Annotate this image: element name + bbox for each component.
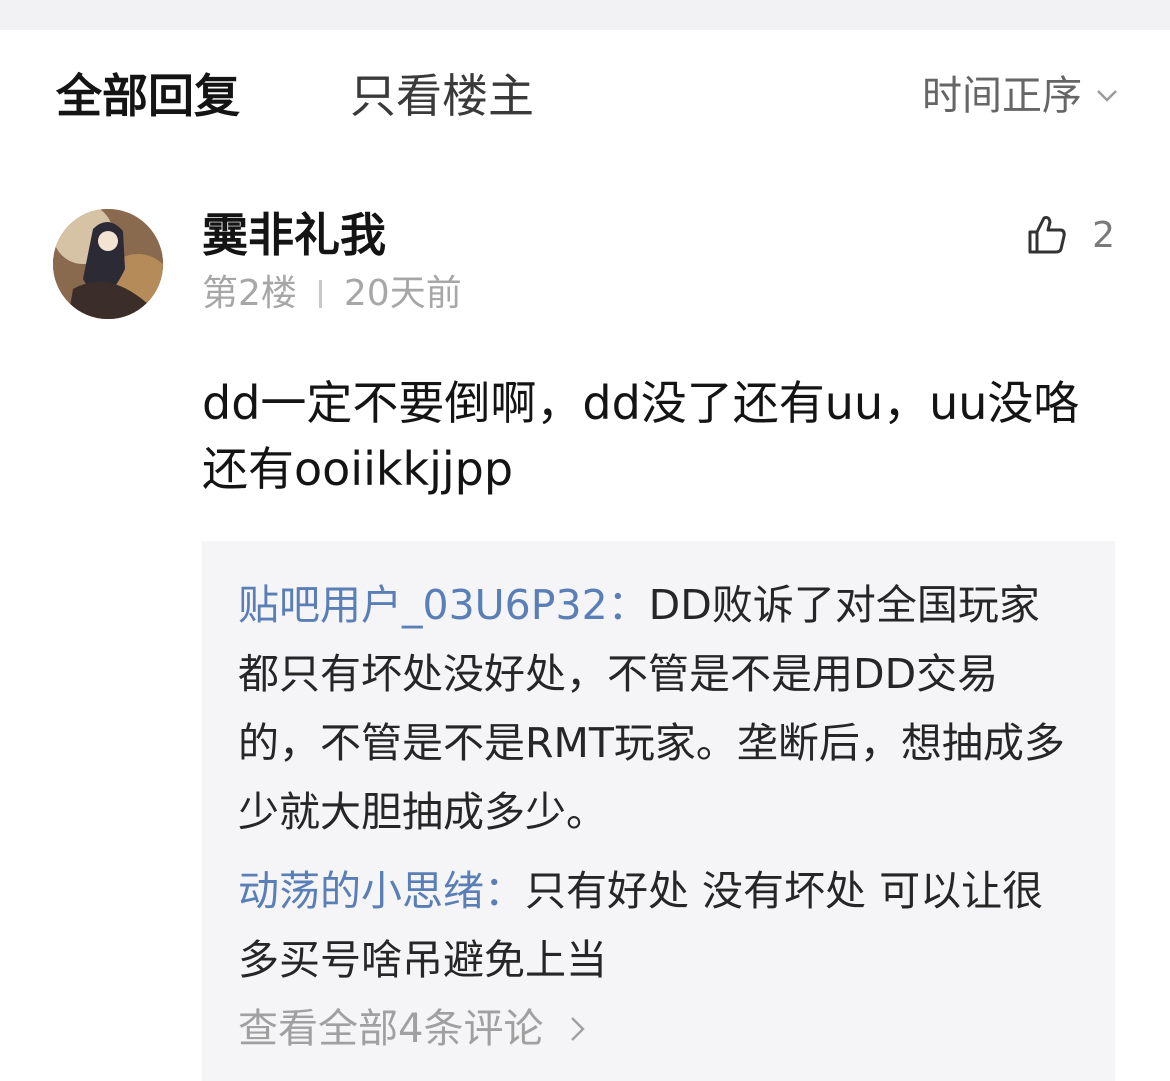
chevron-right-icon xyxy=(571,1017,586,1041)
view-all-label: 查看全部4条评论 xyxy=(238,1006,544,1052)
tab-owner-only[interactable]: 只看楼主 xyxy=(350,68,534,124)
sort-dropdown[interactable]: 时间正序 xyxy=(922,70,1120,122)
reply-author[interactable]: 动荡的小思绪： xyxy=(238,867,525,915)
chevron-down-icon xyxy=(1097,90,1117,102)
thumbs-up-icon xyxy=(1028,216,1066,254)
tab-all-replies[interactable]: 全部回复 xyxy=(56,68,240,124)
post-time: 20天前 xyxy=(343,273,462,314)
reply-preview-box[interactable]: 贴吧用户_03U6P32：DD败诉了对全国玩家都只有坏处没好处，不管是不是用DD… xyxy=(202,541,1115,1081)
reply-item[interactable]: 动荡的小思绪：只有好处 没有坏处 可以让很多买号啥吊避免上当 xyxy=(238,857,1068,995)
reply-author[interactable]: 贴吧用户_03U6P32： xyxy=(238,581,649,629)
post-meta: 第2楼 20天前 xyxy=(202,270,462,318)
reply-item[interactable]: 贴吧用户_03U6P32：DD败诉了对全国玩家都只有坏处没好处，不管是不是用DD… xyxy=(238,571,1068,847)
like-count: 2 xyxy=(1092,214,1115,256)
top-divider-bar xyxy=(0,0,1170,30)
view-all-comments-link[interactable]: 查看全部4条评论 xyxy=(238,1001,589,1057)
avatar[interactable] xyxy=(53,209,163,319)
meta-divider xyxy=(318,280,322,308)
sort-label: 时间正序 xyxy=(922,73,1082,119)
username[interactable]: 霙非礼我 xyxy=(202,205,386,265)
reply-tabs: 全部回复 只看楼主 时间正序 xyxy=(0,30,1170,160)
like-button[interactable]: 2 xyxy=(1024,212,1115,258)
floor-number: 第2楼 xyxy=(202,273,297,314)
post-content: dd一定不要倒啊，dd没了还有uu，uu没咯还有ooiikkjjpp xyxy=(202,376,1080,496)
